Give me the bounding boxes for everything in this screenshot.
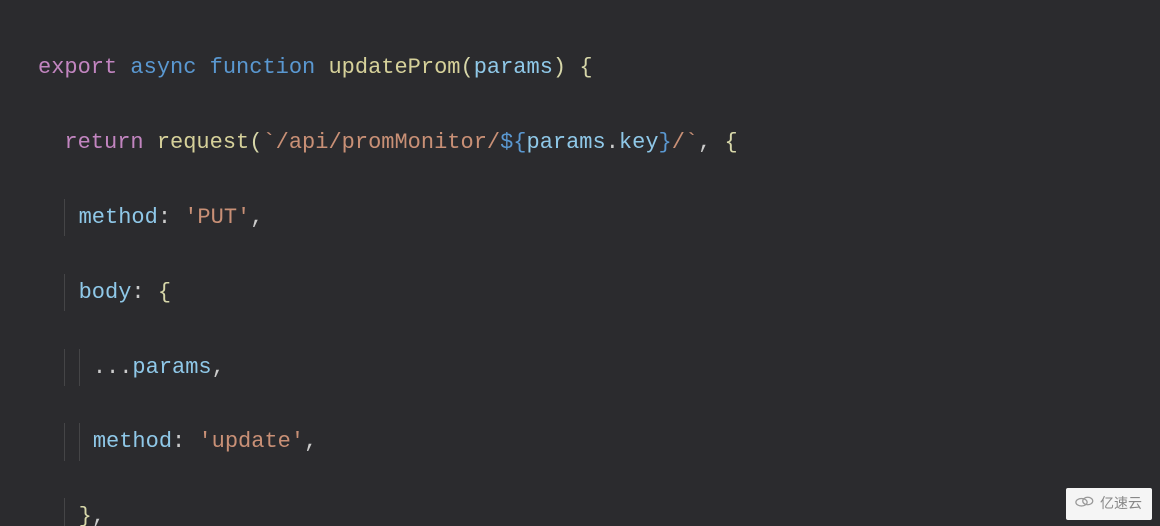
code-line: ...params,	[38, 349, 1160, 386]
inner-method: method	[93, 429, 172, 454]
cloud-icon	[1074, 492, 1094, 516]
spread-id: params	[132, 355, 211, 380]
spread: ...	[93, 355, 133, 380]
tmpl-expr-open: ${	[500, 130, 526, 155]
prop-body: body	[79, 280, 132, 305]
kw-function: function	[210, 55, 316, 80]
fn-name: updateProm	[328, 55, 460, 80]
kw-return: return	[64, 130, 143, 155]
tmpl-expr-close: }	[659, 130, 672, 155]
tmpl-close: /`	[672, 130, 698, 155]
param: params	[474, 55, 553, 80]
val-update: 'update'	[198, 429, 304, 454]
watermark-text: 亿速云	[1100, 492, 1142, 516]
watermark: 亿速云	[1066, 488, 1152, 520]
code-line: method: 'update',	[38, 423, 1160, 460]
tmpl-open: `/api/promMonitor/	[262, 130, 500, 155]
code-line: return request(`/api/promMonitor/${param…	[38, 124, 1160, 161]
tmpl-obj: params	[527, 130, 606, 155]
code-line: export async function updateProm(params)…	[38, 49, 1160, 86]
val-put: 'PUT'	[184, 205, 250, 230]
tmpl-prop: key	[619, 130, 659, 155]
kw-async: async	[130, 55, 196, 80]
code-line: body: {	[38, 274, 1160, 311]
call-request: request	[157, 130, 249, 155]
code-line: },	[38, 498, 1160, 526]
kw-export: export	[38, 55, 117, 80]
code-line: method: 'PUT',	[38, 199, 1160, 236]
prop-method: method	[79, 205, 158, 230]
code-editor[interactable]: export async function updateProm(params)…	[0, 0, 1160, 526]
